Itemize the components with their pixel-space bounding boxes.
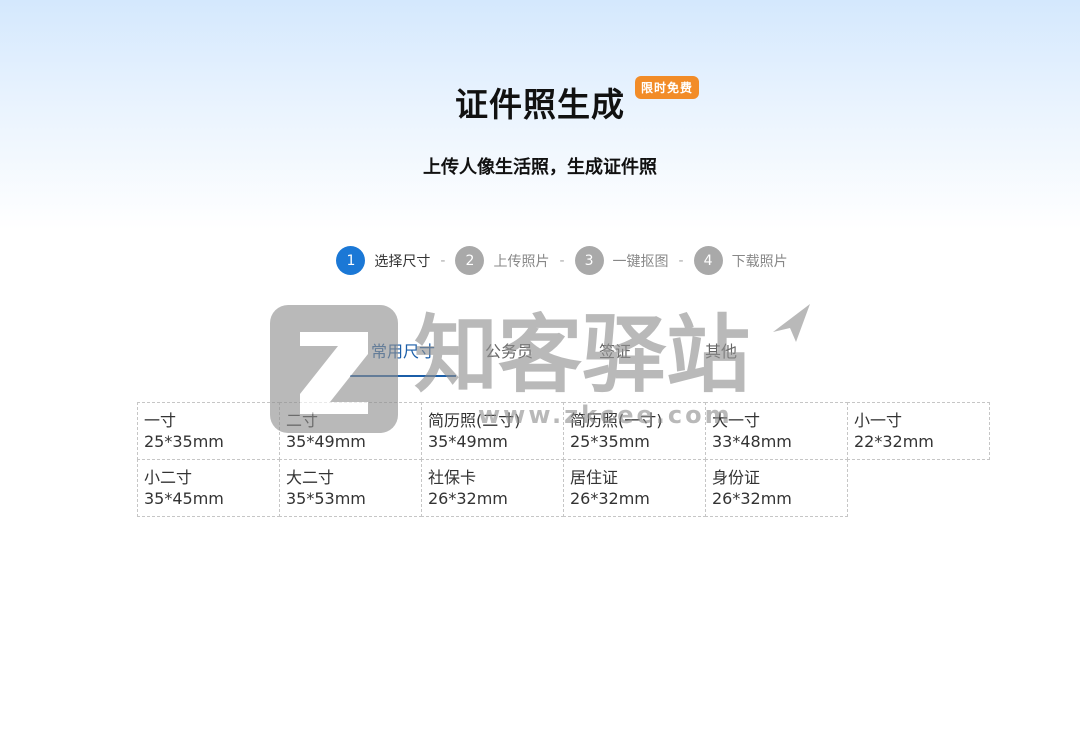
tab-visa[interactable]: 签证 — [562, 338, 668, 377]
size-name: 大一寸 — [712, 411, 761, 430]
size-name: 居住证 — [570, 468, 619, 487]
size-option-residence-permit[interactable]: 居住证 26*32mm — [563, 459, 706, 517]
size-option-small-2-inch[interactable]: 小二寸 35*45mm — [137, 459, 280, 517]
size-category-tabs: 常用尺寸 公务员 签证 其他 — [350, 338, 774, 377]
size-option-2-inch[interactable]: 二寸 35*49mm — [279, 402, 422, 460]
step-number: 3 — [574, 246, 604, 275]
step-select-size: 1 选择尺寸 — [336, 246, 430, 275]
step-separator: - — [440, 252, 446, 269]
step-cutout: 3 一键抠图 — [574, 246, 669, 275]
tab-civil-servant[interactable]: 公务员 — [456, 338, 562, 377]
size-dimensions: 26*32mm — [428, 489, 508, 508]
size-dimensions: 35*49mm — [286, 432, 366, 451]
size-option-small-1-inch[interactable]: 小一寸 22*32mm — [847, 402, 990, 460]
size-name: 二寸 — [286, 411, 319, 430]
free-badge: 限时免费 — [635, 76, 700, 99]
size-name: 身份证 — [712, 468, 761, 487]
step-indicator: 1 选择尺寸 - 2 上传照片 - 3 一键抠图 - 4 下载照片 — [0, 246, 1080, 275]
step-separator: - — [559, 252, 565, 269]
page-title-text: 证件照生成 — [455, 85, 625, 124]
size-dimensions: 26*32mm — [570, 489, 650, 508]
step-separator: - — [678, 252, 684, 269]
size-dimensions: 25*35mm — [144, 432, 224, 451]
step-label: 选择尺寸 — [374, 253, 431, 270]
size-name: 小二寸 — [144, 468, 193, 487]
step-upload-photo: 2 上传照片 — [455, 246, 549, 275]
size-dimensions: 22*32mm — [854, 432, 934, 451]
page-header: 证件照生成 限时免费 — [0, 76, 1080, 126]
size-option-resume-2-inch[interactable]: 简历照(二寸) 35*49mm — [421, 402, 564, 460]
page-subtitle: 上传人像生活照，生成证件照 — [423, 157, 657, 178]
size-name: 大二寸 — [286, 468, 335, 487]
size-option-1-inch[interactable]: 一寸 25*35mm — [137, 402, 280, 460]
size-name: 简历照(一寸) — [570, 411, 663, 430]
size-option-large-1-inch[interactable]: 大一寸 33*48mm — [705, 402, 848, 460]
page-title: 证件照生成 限时免费 — [455, 76, 700, 126]
size-name: 一寸 — [144, 411, 177, 430]
size-name: 社保卡 — [428, 468, 477, 487]
size-dimensions: 35*45mm — [144, 489, 224, 508]
size-dimensions: 25*35mm — [570, 432, 650, 451]
size-name: 简历照(二寸) — [428, 411, 521, 430]
size-option-resume-1-inch[interactable]: 简历照(一寸) 25*35mm — [563, 402, 706, 460]
size-option-id-card[interactable]: 身份证 26*32mm — [705, 459, 848, 517]
step-label: 上传照片 — [493, 253, 550, 270]
step-download: 4 下载照片 — [693, 246, 788, 275]
size-grid: 一寸 25*35mm 二寸 35*49mm 简历照(二寸) 35*49mm 简历… — [137, 402, 990, 517]
size-option-social-security-card[interactable]: 社保卡 26*32mm — [421, 459, 564, 517]
size-dimensions: 35*49mm — [428, 432, 508, 451]
size-dimensions: 33*48mm — [712, 432, 792, 451]
step-label: 一键抠图 — [612, 253, 669, 270]
tab-common-sizes[interactable]: 常用尺寸 — [350, 338, 456, 377]
step-number: 4 — [693, 246, 723, 275]
size-option-large-2-inch[interactable]: 大二寸 35*53mm — [279, 459, 422, 517]
size-dimensions: 26*32mm — [712, 489, 792, 508]
tab-other[interactable]: 其他 — [668, 338, 774, 377]
watermark-plane-icon — [773, 304, 810, 342]
step-number: 2 — [455, 246, 485, 275]
step-number: 1 — [336, 246, 366, 275]
size-dimensions: 35*53mm — [286, 489, 366, 508]
step-label: 下载照片 — [731, 253, 788, 270]
size-name: 小一寸 — [854, 411, 903, 430]
